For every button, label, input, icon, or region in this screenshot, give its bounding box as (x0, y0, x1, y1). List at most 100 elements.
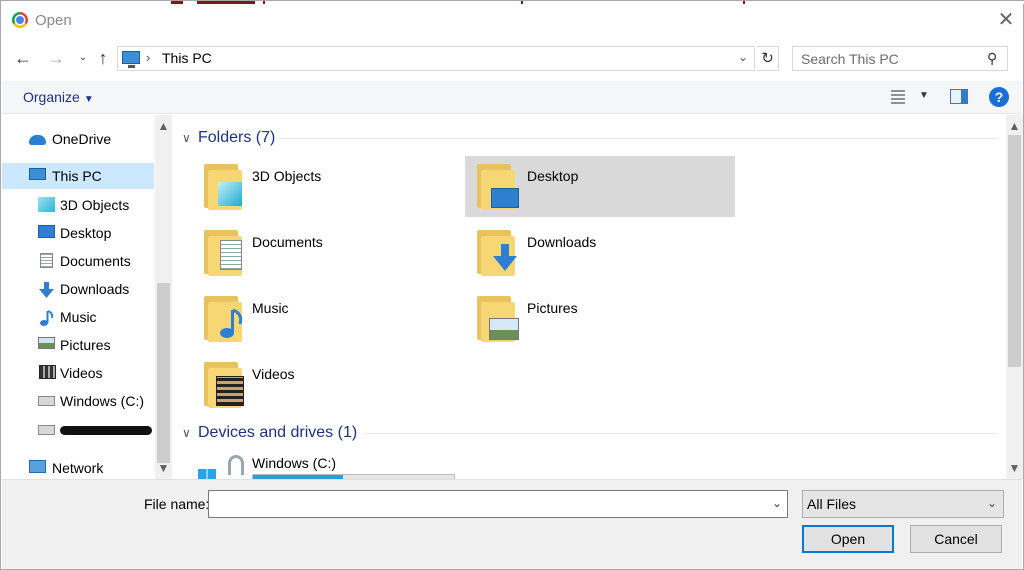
nav-item-videos[interactable]: Videos (2, 360, 154, 386)
nav-item-3d-objects[interactable]: 3D Objects (2, 192, 154, 218)
chevron-down-icon: ⌄ (987, 496, 998, 510)
file-list-area: ∨ Folders (7) 3D Objects Desktop Document… (172, 115, 1006, 479)
chevron-down-icon: ∨ (182, 131, 191, 145)
chevron-down-icon: ∨ (182, 426, 191, 440)
folder-videos[interactable]: Videos (192, 354, 462, 415)
group-header-label: Folders (7) (198, 129, 276, 146)
videos-icon (216, 376, 244, 406)
view-icon (891, 90, 905, 104)
nav-item-pictures[interactable]: Pictures (2, 332, 154, 358)
group-header-folders[interactable]: ∨ Folders (7) (182, 129, 275, 147)
redaction-scribble (60, 426, 152, 435)
nav-item-redacted-drive[interactable] (2, 417, 154, 443)
open-button[interactable]: Open (802, 525, 894, 553)
address-bar[interactable]: › This PC ⌄ (117, 46, 755, 71)
drive-icon (38, 425, 55, 435)
videos-icon (39, 365, 56, 379)
search-input[interactable] (801, 50, 981, 68)
forward-button[interactable]: → (44, 46, 68, 70)
up-button[interactable]: ↑ (91, 46, 115, 70)
nav-item-label: Downloads (60, 281, 130, 297)
folder-icon (204, 292, 248, 344)
folder-3d-objects[interactable]: 3D Objects (192, 156, 462, 217)
folder-label: Desktop (527, 168, 579, 184)
folder-label: Music (252, 300, 289, 316)
folder-label: 3D Objects (252, 168, 322, 184)
3d-objects-icon (38, 197, 55, 212)
scroll-down-icon[interactable]: ▼ (1006, 461, 1023, 475)
network-icon (29, 460, 46, 473)
nav-item-label: This PC (52, 168, 102, 184)
pictures-icon (489, 318, 519, 340)
help-button[interactable]: ? (989, 87, 1009, 107)
scroll-down-icon[interactable]: ▼ (155, 461, 172, 475)
address-dropdown-icon[interactable]: ⌄ (738, 50, 748, 64)
group-divider (364, 433, 998, 434)
folder-desktop[interactable]: Desktop (465, 156, 735, 217)
nav-item-this-pc[interactable]: This PC (2, 163, 154, 189)
group-divider (278, 138, 998, 139)
drive-icon (38, 396, 55, 406)
folder-icon (204, 160, 248, 212)
scroll-up-icon[interactable]: ▲ (1006, 119, 1023, 133)
nav-item-label: Documents (60, 253, 131, 269)
nav-item-label: 3D Objects (60, 197, 130, 213)
nav-item-label: Windows (C:) (60, 393, 145, 409)
nav-item-documents[interactable]: Documents (2, 248, 154, 274)
nav-scroll-thumb[interactable] (157, 283, 170, 463)
open-dialog: Open ✕ ← → ⌄ ↑ › This PC ⌄ ↻ ⚲ Organize▼… (0, 0, 1024, 570)
nav-item-onedrive[interactable]: OneDrive (2, 126, 154, 152)
documents-icon (220, 240, 242, 270)
folder-icon (477, 160, 521, 212)
filename-combobox[interactable]: ⌄ (208, 490, 788, 518)
downloads-icon (38, 281, 55, 298)
preview-pane-button[interactable] (950, 89, 968, 104)
nav-item-windows-c[interactable]: Windows (C:) (2, 388, 154, 414)
folder-label: Videos (252, 366, 295, 382)
filename-input[interactable] (213, 495, 763, 513)
nav-item-label: Desktop (60, 225, 112, 241)
group-header-devices[interactable]: ∨ Devices and drives (1) (182, 424, 357, 442)
folder-label: Downloads (527, 234, 597, 250)
organize-button[interactable]: Organize ▼ (23, 89, 94, 105)
folder-label: Pictures (527, 300, 578, 316)
back-button[interactable]: ← (11, 46, 35, 70)
filetype-select[interactable]: All Files ⌄ (802, 490, 1004, 518)
breadcrumb-separator[interactable]: › (146, 50, 150, 65)
title-bar: Open ✕ (1, 4, 1023, 38)
search-box[interactable]: ⚲ (792, 46, 1008, 71)
this-pc-icon (29, 168, 46, 180)
group-header-label: Devices and drives (1) (198, 424, 358, 441)
desktop-icon (491, 188, 519, 208)
3d-objects-icon (218, 182, 242, 206)
search-icon[interactable]: ⚲ (987, 50, 997, 67)
nav-scrollbar[interactable]: ▲ ▼ (155, 115, 172, 479)
breadcrumb-this-pc[interactable]: This PC (162, 50, 212, 66)
folder-downloads[interactable]: Downloads (465, 222, 735, 283)
folder-icon (477, 226, 521, 278)
command-bar: Organize ▼ ▼ ? (2, 81, 1022, 114)
content-scrollbar[interactable]: ▲ ▼ (1006, 115, 1023, 479)
nav-item-downloads[interactable]: Downloads (2, 276, 154, 302)
folder-music[interactable]: Music (192, 288, 462, 349)
nav-item-music[interactable]: Music (2, 304, 154, 330)
cancel-button[interactable]: Cancel (910, 525, 1002, 553)
nav-item-label: Videos (60, 365, 103, 381)
nav-item-network[interactable]: Network (2, 455, 154, 479)
refresh-button[interactable]: ↻ (757, 46, 779, 71)
folder-icon (477, 292, 521, 344)
close-button[interactable]: ✕ (993, 8, 1019, 34)
folder-documents[interactable]: Documents (192, 222, 462, 283)
folder-pictures[interactable]: Pictures (465, 288, 735, 349)
drive-windows-c[interactable]: Windows (C:) (198, 455, 458, 479)
nav-item-label: OneDrive (52, 131, 112, 147)
nav-item-desktop[interactable]: Desktop (2, 220, 154, 246)
filetype-value: All Files (807, 496, 857, 512)
content-scroll-thumb[interactable] (1008, 135, 1021, 367)
bottom-bar: File name: ⌄ All Files ⌄ Open Cancel (2, 479, 1022, 569)
scroll-up-icon[interactable]: ▲ (155, 119, 172, 133)
music-icon (220, 308, 243, 338)
chevron-down-icon[interactable]: ⌄ (772, 496, 782, 510)
change-view-button[interactable]: ▼ (889, 88, 933, 108)
nav-item-label: Pictures (60, 337, 111, 353)
